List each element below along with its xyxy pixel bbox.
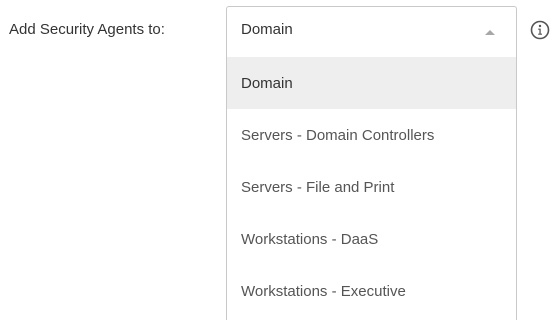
dropdown-option[interactable]: Workstations - DaaS — [227, 213, 516, 265]
add-security-agents-form: Add Security Agents to: Domain Domain Se… — [0, 0, 553, 320]
info-circle-icon[interactable] — [530, 20, 550, 40]
dropdown-option[interactable]: Servers - Domain Controllers — [227, 109, 516, 161]
select-current-value: Domain — [241, 21, 293, 38]
caret-up-icon — [485, 30, 495, 35]
target-group-dropdown-list: Domain Servers - Domain Controllers Serv… — [226, 57, 517, 320]
dropdown-option[interactable]: Domain — [227, 57, 516, 109]
dropdown-option[interactable]: Servers - File and Print — [227, 161, 516, 213]
dropdown-option[interactable]: Workstations - Executive — [227, 265, 516, 317]
add-security-agents-label: Add Security Agents to: — [9, 21, 165, 38]
target-group-select[interactable]: Domain — [226, 6, 517, 57]
